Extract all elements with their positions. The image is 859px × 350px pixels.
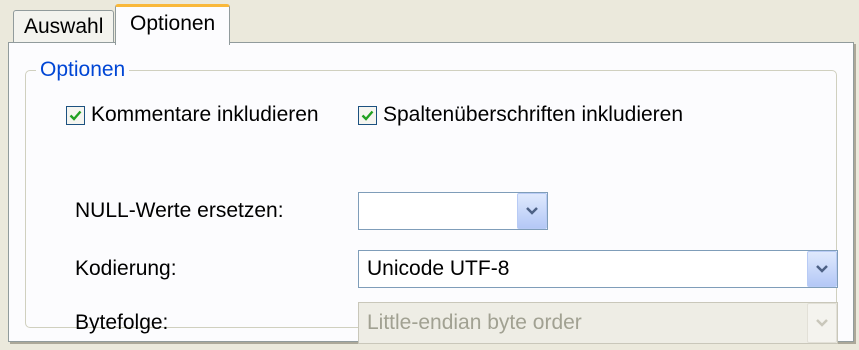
tab-bar: Auswahl Optionen xyxy=(0,0,859,45)
check-icon xyxy=(361,110,374,121)
tab-optionen[interactable]: Optionen xyxy=(115,4,231,45)
include-comments-label: Kommentare inkludieren xyxy=(91,103,319,126)
include-headers-checkbox[interactable]: Spaltenüberschriften inkludieren xyxy=(358,103,683,127)
check-icon xyxy=(69,110,82,121)
encoding-label: Kodierung: xyxy=(75,257,177,280)
chevron-down-icon xyxy=(816,319,828,327)
chevron-down-icon xyxy=(816,265,828,273)
options-panel: Optionen Kommentare inkludieren Spaltenü… xyxy=(8,42,854,344)
tab-auswahl[interactable]: Auswahl xyxy=(13,10,115,43)
encoding-dropdown-button[interactable] xyxy=(807,251,837,287)
byte-order-value: Little-endian byte order xyxy=(367,311,582,334)
chevron-down-icon xyxy=(526,207,538,215)
byte-order-label: Bytefolge: xyxy=(75,311,169,334)
null-replace-dropdown-button[interactable] xyxy=(517,193,547,229)
group-title: Optionen xyxy=(36,58,130,82)
include-headers-label: Spaltenüberschriften inkludieren xyxy=(383,103,684,126)
byte-order-select: Little-endian byte order xyxy=(358,302,838,344)
encoding-value: Unicode UTF-8 xyxy=(367,257,510,280)
include-comments-checkbox[interactable]: Kommentare inkludieren xyxy=(66,103,319,127)
null-replace-select[interactable] xyxy=(358,192,548,230)
null-replace-label: NULL-Werte ersetzen: xyxy=(75,199,284,222)
checkbox-box[interactable] xyxy=(66,105,85,125)
encoding-select[interactable]: Unicode UTF-8 xyxy=(358,250,838,288)
checkbox-box[interactable] xyxy=(358,105,377,125)
byte-order-dropdown-button xyxy=(807,303,837,343)
